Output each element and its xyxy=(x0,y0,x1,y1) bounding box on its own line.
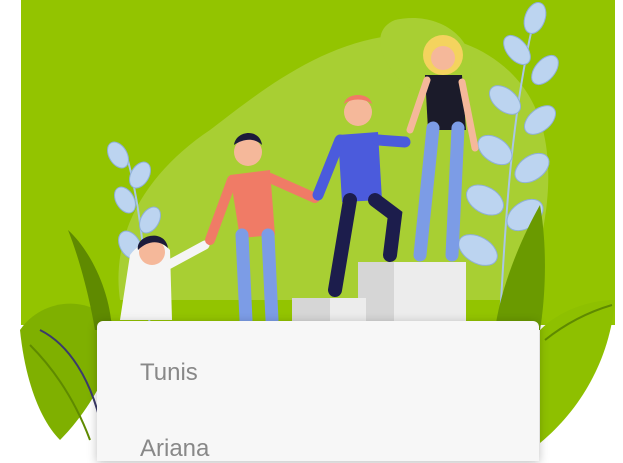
location-dropdown-list: Tunis Ariana xyxy=(97,321,539,463)
list-item[interactable]: Tunis xyxy=(140,359,198,387)
list-item[interactable]: Ariana xyxy=(140,435,209,463)
